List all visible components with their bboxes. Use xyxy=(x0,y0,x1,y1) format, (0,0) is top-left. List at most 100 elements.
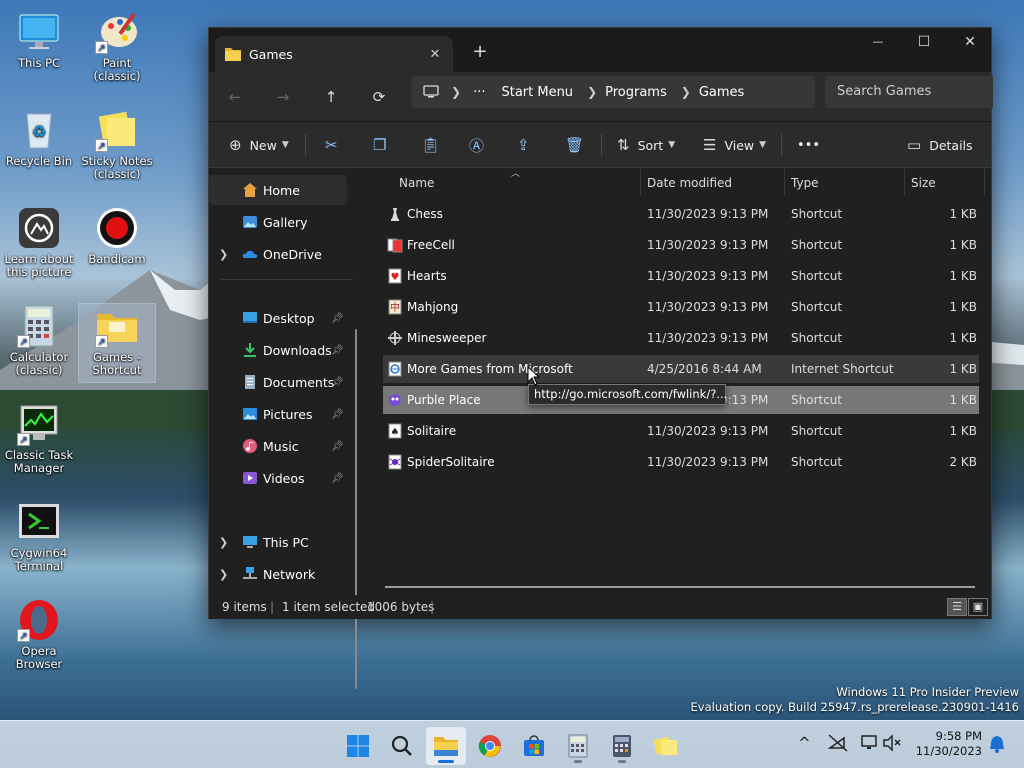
desktop-icon-learn-about-picture[interactable]: Learn about this picture xyxy=(1,206,77,279)
cut-button[interactable]: ✂ xyxy=(325,130,346,160)
new-button[interactable]: ⊕ New ▼ xyxy=(229,130,289,160)
sidebar-item-home[interactable]: Home xyxy=(209,175,347,205)
sidebar-item-downloads[interactable]: Downloads 📌︎ xyxy=(209,335,347,365)
sidebar-item-music[interactable]: Music 📌︎ xyxy=(209,431,347,461)
sort-button[interactable]: ⇅ Sort ▼ xyxy=(617,130,675,160)
tiles-view-button[interactable]: ▣ xyxy=(968,598,988,616)
table-row[interactable]: FreeCell 11/30/2023 9:13 PM Shortcut 1 KB xyxy=(383,231,979,259)
desktop-icon-paint[interactable]: ↗ Paint (classic) xyxy=(79,10,155,83)
back-button[interactable]: ← xyxy=(219,81,251,113)
close-button[interactable]: ✕ xyxy=(947,28,993,58)
horizontal-scrollbar[interactable] xyxy=(385,586,975,588)
tab-games[interactable]: Games ✕ xyxy=(215,36,453,72)
sidebar-item-gallery[interactable]: Gallery xyxy=(209,207,347,237)
sidebar-item-videos[interactable]: Videos 📌︎ xyxy=(209,463,347,493)
desktop-icon-this-pc[interactable]: This PC xyxy=(1,10,77,70)
desktop-icon-sticky-notes[interactable]: ↗ Sticky Notes (classic) xyxy=(79,108,155,181)
table-row[interactable]: Chess 11/30/2023 9:13 PM Shortcut 1 KB xyxy=(383,200,979,228)
sidebar-item-pictures[interactable]: Pictures 📌︎ xyxy=(209,399,347,429)
desktop-icon-calculator[interactable]: ↗ Calculator (classic) xyxy=(1,304,77,377)
column-header-name[interactable]: Name xyxy=(399,176,434,190)
search-button[interactable] xyxy=(382,727,422,765)
table-row[interactable]: ♥ Hearts 11/30/2023 9:13 PM Shortcut 1 KB xyxy=(383,262,979,290)
column-header-size[interactable]: Size xyxy=(911,176,936,190)
sidebar-item-documents[interactable]: Documents 📌︎ xyxy=(209,367,347,397)
chevron-right-icon[interactable]: ❯ xyxy=(219,536,228,549)
table-row[interactable]: SpiderSolitaire 11/30/2023 9:13 PM Shortcu… xyxy=(383,448,979,476)
sidebar-item-onedrive[interactable]: ❯ OneDrive xyxy=(209,239,347,269)
column-divider[interactable] xyxy=(904,169,905,195)
clock-date: 11/30/2023 xyxy=(915,744,982,758)
sidebar-item-network[interactable]: ❯ Network xyxy=(209,559,347,589)
clock-time: 9:58 PM xyxy=(935,729,982,743)
desktop-icon-recycle-bin[interactable]: ♻ Recycle Bin xyxy=(1,108,77,168)
music-icon xyxy=(243,439,257,453)
table-row[interactable]: Minesweeper 11/30/2023 9:13 PM Shortcut 1 K… xyxy=(383,324,979,352)
table-row[interactable]: More Games from Microsoft 4/25/2016 8:44 … xyxy=(383,355,979,383)
column-divider[interactable] xyxy=(640,169,641,195)
breadcrumb-games[interactable]: Games xyxy=(699,85,744,100)
chevron-right-icon: ❯ xyxy=(680,85,691,99)
table-row[interactable]: 中 Mahjong 11/30/2023 9:13 PM Shortcut 1 KB xyxy=(383,293,979,321)
show-hidden-icons-chevron[interactable]: ^ xyxy=(798,734,811,752)
taskbar-calculator[interactable] xyxy=(602,727,642,765)
pin-icon[interactable]: 📌︎ xyxy=(331,441,344,452)
sidebar-scrollbar[interactable] xyxy=(355,329,357,689)
copy-button[interactable]: ❐ xyxy=(373,130,394,160)
maximize-button[interactable]: ☐ xyxy=(901,28,947,58)
sidebar-item-this-pc[interactable]: ❯ This PC xyxy=(209,527,347,557)
paste-button[interactable]: 📋︎ xyxy=(421,130,448,160)
start-button[interactable] xyxy=(338,727,378,765)
pin-icon[interactable]: 📌︎ xyxy=(331,313,344,324)
column-divider[interactable] xyxy=(784,169,785,195)
search-input[interactable]: Search Games xyxy=(825,76,993,108)
desktop-icon-cygwin-terminal[interactable]: Cygwin64 Terminal xyxy=(1,500,77,573)
view-button[interactable]: ☰ View ▼ xyxy=(703,130,766,160)
desktop-icon-bandicam[interactable]: Bandicam xyxy=(79,206,155,266)
taskbar-calculator-classic[interactable] xyxy=(558,727,598,765)
chevron-right-icon: ❯ xyxy=(451,85,462,99)
clock[interactable]: 9:58 PM 11/30/2023 xyxy=(916,729,982,759)
minimize-button[interactable]: — xyxy=(855,28,901,58)
column-divider[interactable] xyxy=(984,169,985,195)
taskbar-store[interactable] xyxy=(514,727,554,765)
close-tab-icon[interactable]: ✕ xyxy=(423,47,447,62)
details-view-button[interactable]: ☰ xyxy=(947,598,967,616)
pin-icon[interactable]: 📌︎ xyxy=(331,473,344,484)
breadcrumb-programs[interactable]: Programs xyxy=(605,85,667,100)
forward-button[interactable]: → xyxy=(267,81,299,113)
up-button[interactable]: ↑ xyxy=(315,81,347,113)
notification-bell-icon[interactable] xyxy=(988,734,1006,758)
taskbar-sticky-notes[interactable] xyxy=(646,727,686,765)
share-button[interactable]: ⇪ xyxy=(517,130,538,160)
details-pane-button[interactable]: ▭ Details xyxy=(907,130,973,160)
chevron-right-icon[interactable]: ❯ xyxy=(219,568,228,581)
pin-icon[interactable]: 📌︎ xyxy=(331,409,344,420)
pin-icon[interactable]: 📌︎ xyxy=(331,377,344,388)
desktop-icon-games-shortcut[interactable]: ↗ Games - Shortcut xyxy=(78,303,156,383)
table-row[interactable]: ♠ Solitaire 11/30/2023 9:13 PM Shortcut 1 KB xyxy=(383,417,979,445)
breadcrumb-start-menu[interactable]: Start Menu xyxy=(501,85,573,100)
column-header-date[interactable]: Date modified xyxy=(647,176,732,190)
column-header-type[interactable]: Type xyxy=(791,176,819,190)
network-disconnected-icon[interactable] xyxy=(827,734,848,756)
rename-button[interactable]: Ⓐ xyxy=(469,130,492,160)
sidebar-item-desktop[interactable]: Desktop 📌︎ xyxy=(209,303,347,333)
address-bar[interactable]: ❯ ··· Start Menu ❯ Programs ❯ Games xyxy=(411,76,815,108)
taskbar-chrome[interactable] xyxy=(470,727,510,765)
display-icon[interactable] xyxy=(860,734,880,756)
windows-logo-icon xyxy=(347,735,369,757)
new-tab-button[interactable]: + xyxy=(467,40,493,66)
chevron-right-icon[interactable]: ❯ xyxy=(219,248,228,261)
pin-icon[interactable]: 📌︎ xyxy=(331,345,344,356)
desktop-icon-opera[interactable]: ↗ Opera Browser xyxy=(1,598,77,671)
breadcrumb-more[interactable]: ··· xyxy=(473,85,485,100)
monitor-icon xyxy=(243,536,257,548)
desktop-icon-task-manager[interactable]: ↗ Classic Task Manager xyxy=(1,402,77,475)
more-options-button[interactable]: ••• xyxy=(797,130,820,160)
taskbar-file-explorer[interactable] xyxy=(426,727,466,765)
volume-muted-icon[interactable] xyxy=(882,734,902,756)
sidebar-item-label: Network xyxy=(263,566,316,582)
delete-button[interactable]: 🗑︎ xyxy=(565,130,592,160)
refresh-button[interactable]: ⟳ xyxy=(363,81,395,113)
